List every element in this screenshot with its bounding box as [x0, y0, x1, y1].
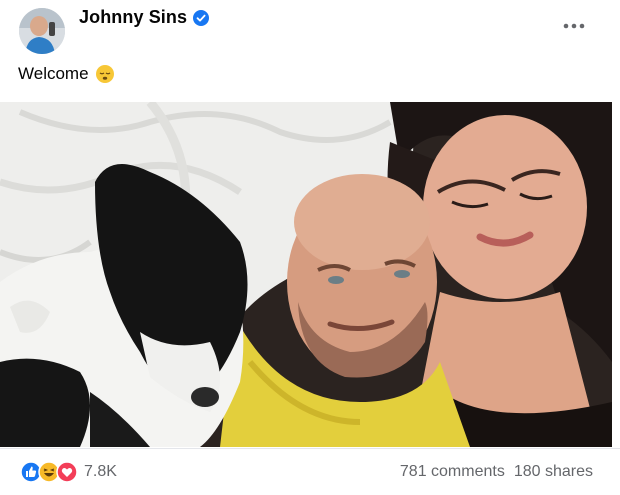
more-options-icon [563, 23, 585, 29]
sleeping-face-emoji [95, 64, 115, 84]
author-name: Johnny Sins [79, 7, 188, 27]
post-caption: Welcome [18, 64, 115, 84]
post-footer: 7.8K 781 comments 180 shares [0, 448, 620, 495]
verified-badge-icon [193, 9, 210, 26]
comments-count-link[interactable]: 781 comments [400, 463, 505, 481]
caption-text: Welcome [18, 64, 89, 83]
more-options-button[interactable] [558, 12, 590, 40]
reactions-summary[interactable]: 7.8K [20, 461, 117, 483]
author-name-link[interactable]: Johnny Sins [79, 7, 210, 28]
shares-count-link[interactable]: 180 shares [514, 463, 593, 481]
reaction-icons [20, 461, 78, 483]
post-stats: 781 comments 180 shares [400, 463, 593, 481]
reaction-count: 7.8K [84, 463, 117, 480]
post-photo[interactable] [0, 102, 612, 447]
love-reaction-icon [56, 461, 78, 483]
facebook-post: Johnny Sins Welcome 7.8K 781 comments 18… [0, 0, 620, 495]
author-avatar[interactable] [19, 8, 65, 54]
